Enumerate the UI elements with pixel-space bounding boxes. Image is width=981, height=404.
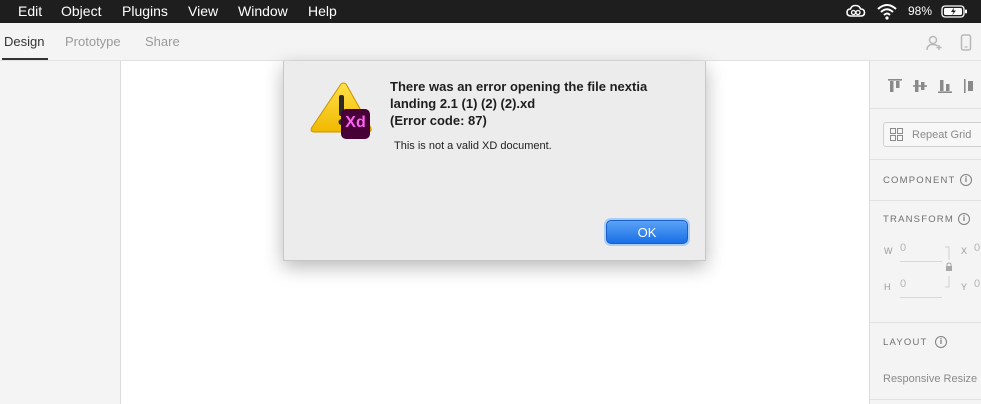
y-field[interactable]: 0 <box>974 278 980 290</box>
height-field[interactable]: 0 <box>900 278 906 290</box>
dialog-title-line: There was an error opening the file next… <box>390 79 648 94</box>
align-middle-icon[interactable] <box>912 78 928 99</box>
height-label: H <box>884 282 891 292</box>
tab-share[interactable]: Share <box>145 34 180 49</box>
panel-divider <box>870 200 981 201</box>
menu-help[interactable]: Help <box>308 2 337 21</box>
error-dialog: Xd There was an error opening the file n… <box>283 61 706 261</box>
height-field-underline <box>900 297 942 298</box>
menu-object[interactable]: Object <box>61 2 101 21</box>
left-panel <box>0 61 121 404</box>
panel-divider <box>870 399 981 400</box>
panel-divider <box>870 108 981 109</box>
y-label: Y <box>961 282 968 292</box>
responsive-resize-label[interactable]: Responsive Resize <box>883 373 977 385</box>
x-label: X <box>961 246 968 256</box>
width-field[interactable]: 0 <box>900 242 906 254</box>
dialog-message: This is not a valid XD document. <box>394 140 552 152</box>
layout-info-icon[interactable]: i <box>935 336 947 348</box>
lock-proportions-icon[interactable] <box>944 246 954 293</box>
repeat-grid-button[interactable]: Repeat Grid <box>883 122 981 147</box>
menu-bar: Edit Object Plugins View Window Help 98% <box>0 0 981 23</box>
xd-badge-text: Xd <box>345 114 366 131</box>
battery-percent: 98% <box>908 4 933 18</box>
component-heading: COMPONENT <box>883 175 956 186</box>
component-info-icon[interactable]: i <box>960 174 972 186</box>
xd-app-badge: Xd <box>341 109 370 139</box>
mode-tab-bar: Design Prototype Share <box>0 23 981 61</box>
panel-divider <box>870 322 981 323</box>
active-tab-underline <box>2 58 48 60</box>
repeat-grid-label: Repeat Grid <box>912 129 972 141</box>
creative-cloud-icon[interactable] <box>845 0 867 23</box>
tab-design[interactable]: Design <box>4 34 44 49</box>
x-field[interactable]: 0 <box>974 242 980 254</box>
transform-heading: TRANSFORM <box>883 214 954 225</box>
panel-divider <box>870 159 981 160</box>
align-bottom-icon[interactable] <box>937 78 953 99</box>
battery-icon[interactable] <box>941 0 969 23</box>
menu-edit[interactable]: Edit <box>18 2 42 21</box>
user-share-icon[interactable] <box>926 35 944 56</box>
wifi-icon[interactable] <box>876 0 898 23</box>
menu-view[interactable]: View <box>188 2 218 21</box>
transform-info-icon[interactable]: i <box>958 213 970 225</box>
dialog-error-code: (Error code: 87) <box>390 113 487 128</box>
align-top-icon[interactable] <box>887 78 903 99</box>
width-field-underline <box>900 261 942 262</box>
menu-window[interactable]: Window <box>238 2 288 21</box>
layout-heading: LAYOUT <box>883 337 928 348</box>
repeat-grid-icon <box>890 128 903 146</box>
menu-plugins[interactable]: Plugins <box>122 2 168 21</box>
ok-button[interactable]: OK <box>606 220 688 244</box>
dialog-title: There was an error opening the file next… <box>390 78 690 129</box>
tab-prototype[interactable]: Prototype <box>65 34 121 49</box>
distribute-icon[interactable] <box>962 78 978 99</box>
mobile-preview-icon[interactable] <box>960 34 972 56</box>
property-inspector: Repeat Grid COMPONENT i TRANSFORM i W 0 … <box>869 61 981 404</box>
width-label: W <box>884 246 893 256</box>
dialog-title-line: landing 2.1 (1) (2) (2).xd <box>390 96 536 111</box>
